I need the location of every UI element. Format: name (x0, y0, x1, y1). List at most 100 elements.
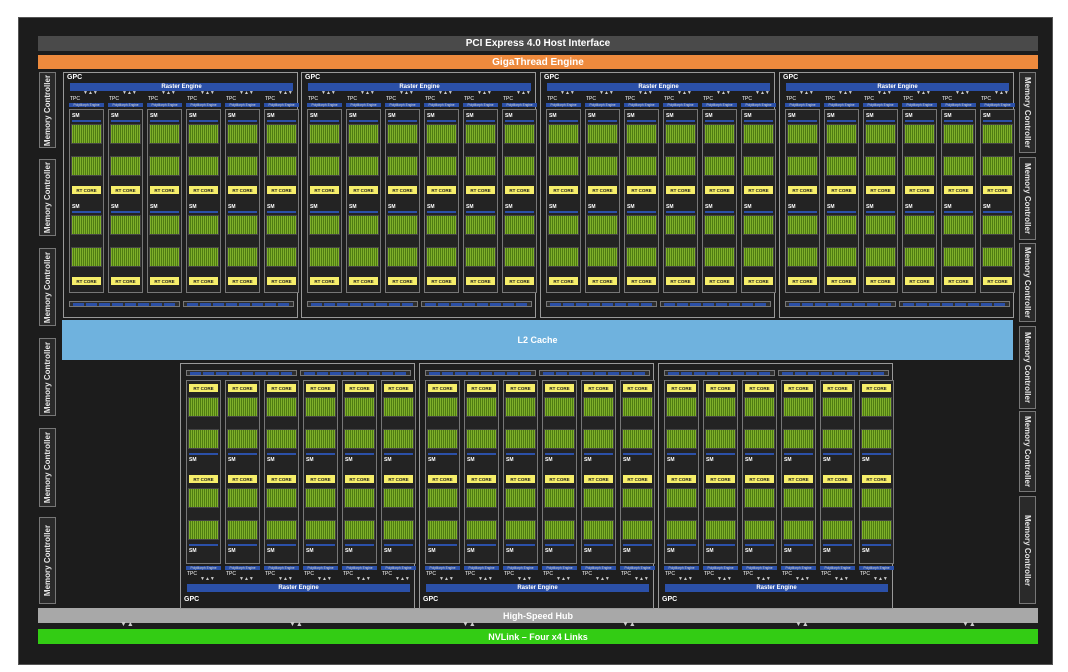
l1-cache-cell (563, 303, 574, 306)
sm-label: SM (784, 548, 792, 554)
cuda-core-array (387, 215, 418, 235)
rt-core: RT CORE (427, 277, 456, 285)
rt-core: RT CORE (310, 186, 339, 194)
cuda-core-array (344, 488, 375, 508)
cuda-core-array (426, 247, 457, 267)
sm-label: SM (72, 113, 80, 119)
sm-label: SM (706, 548, 714, 554)
sm-register-bar (744, 120, 773, 122)
l1-cache-cell (281, 372, 292, 375)
sm-register-bar (549, 120, 578, 122)
cuda-core-array (743, 156, 774, 176)
cuda-core-array (826, 124, 857, 144)
l1-cache-cell (265, 303, 276, 306)
l1-cache-cell (589, 303, 600, 306)
rt-core: RT CORE (306, 475, 335, 483)
polymorph-engine: PolyMorph Engine (941, 103, 976, 107)
cuda-core-array (266, 156, 297, 176)
sm-label: SM (306, 457, 314, 463)
cuda-core-array (227, 488, 258, 508)
arrow-icon: ▼▲▼ (638, 90, 653, 96)
cuda-core-array (783, 429, 814, 449)
l1-cache-cell (86, 303, 97, 306)
tpc-block: RT CORE SM RT CORE SM (425, 380, 460, 564)
cuda-core-array (743, 215, 774, 235)
cuda-core-array (348, 124, 379, 144)
sm-register-bar (827, 211, 856, 213)
cuda-core-array (665, 124, 696, 144)
polymorph-engine: PolyMorph Engine (463, 103, 498, 107)
tpc-block: RT CORE SM RT CORE SM (186, 380, 221, 564)
cuda-core-array (348, 156, 379, 176)
sm-label: SM (866, 204, 874, 210)
sm-register-bar (784, 453, 813, 455)
l1-cache-cell (543, 372, 554, 375)
memory-controller-label: Memory Controller (43, 161, 52, 234)
l1-cache-segment (183, 301, 294, 307)
rt-core: RT CORE (150, 186, 179, 194)
tpc-block: SM RT CORE SM RT CORE (385, 109, 420, 293)
arrow-icon: ▼▲▼ (516, 90, 531, 96)
polymorph-engine: PolyMorph Engine (69, 103, 104, 107)
tpc-block: SM RT CORE SM RT CORE (980, 109, 1015, 293)
tpc-block: RT CORE SM RT CORE SM (781, 380, 816, 564)
tpc-block: SM RT CORE SM RT CORE (624, 109, 659, 293)
sm-label: SM (267, 113, 275, 119)
sm-register-bar (267, 544, 296, 546)
sm-label: SM (189, 204, 197, 210)
rt-core: RT CORE (983, 277, 1012, 285)
cuda-core-array (110, 247, 141, 267)
sm-label: SM (388, 204, 396, 210)
cuda-core-array (704, 156, 735, 176)
tpc-label: TPC (703, 96, 713, 102)
sm-label: SM (866, 113, 874, 119)
rt-core: RT CORE (623, 384, 652, 392)
memory-controller-left-2: Memory Controller (39, 159, 56, 236)
l1-cache-strip (546, 301, 771, 307)
l1-cache-cell (595, 372, 606, 375)
rt-core: RT CORE (306, 384, 335, 392)
sm-label: SM (189, 113, 197, 119)
tpc-block: SM RT CORE SM RT CORE (585, 109, 620, 293)
sm-register-bar (467, 544, 496, 546)
l1-cache-cell (477, 303, 488, 306)
l1-cache-segment (186, 370, 297, 376)
sm-label: SM (228, 457, 236, 463)
rt-core: RT CORE (150, 277, 179, 285)
cuda-core-array (822, 429, 853, 449)
arrow-icon: ▼▲▼ (716, 90, 731, 96)
sm-register-bar (823, 544, 852, 546)
raster-engine: Raster Engine (187, 584, 410, 592)
sm-label: SM (666, 113, 674, 119)
sm-label: SM (349, 204, 357, 210)
cuda-core-array (982, 215, 1013, 235)
cuda-core-array (426, 156, 457, 176)
link-arrow-icon: ▼▲ (622, 621, 636, 628)
polymorph-engine: PolyMorph Engine (585, 103, 620, 107)
polymorph-engine: PolyMorph Engine (742, 566, 777, 570)
sm-label: SM (983, 204, 991, 210)
gpc-label: GPC (305, 74, 321, 81)
tpc-label: TPC (187, 96, 197, 102)
gpc-label: GPC (783, 74, 799, 81)
tpc-block: SM RT CORE SM RT CORE (463, 109, 498, 293)
tpc-block: SM RT CORE SM RT CORE (264, 109, 299, 293)
l1-cache-segment (69, 301, 180, 307)
sm-label: SM (384, 457, 392, 463)
cuda-core-array (861, 520, 892, 540)
l1-cache-cell (981, 303, 992, 306)
sm-register-bar (745, 453, 774, 455)
cuda-core-array (149, 156, 180, 176)
rt-core: RT CORE (189, 475, 218, 483)
sm-label: SM (267, 548, 275, 554)
l1-cache-cell (694, 372, 705, 375)
gpc-7: RT CORE SM RT CORE SM PolyMorph Engine TPC RT … (658, 363, 894, 609)
l1-cache-cell (451, 303, 462, 306)
tpc-block: SM RT CORE SM RT CORE (147, 109, 182, 293)
sm-register-bar (189, 120, 218, 122)
l1-cache-cell (929, 303, 940, 306)
cuda-core-array (71, 124, 102, 144)
sm-label: SM (466, 113, 474, 119)
rt-core: RT CORE (189, 384, 218, 392)
sm-register-bar (627, 120, 656, 122)
